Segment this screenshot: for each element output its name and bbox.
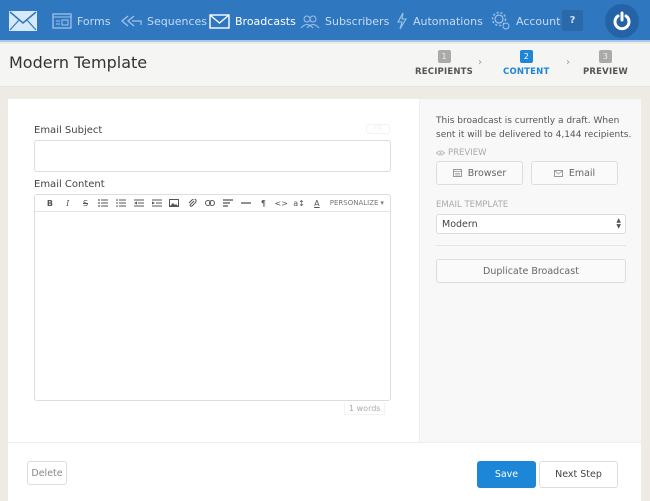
nav-broadcasts[interactable]: Broadcasts (209, 0, 296, 42)
save-button[interactable]: Save (477, 461, 536, 488)
align-button[interactable] (219, 195, 237, 212)
image-icon (169, 199, 180, 207)
outdent-icon (133, 199, 144, 207)
link-icon (205, 200, 216, 206)
chevron-right-icon: › (566, 57, 570, 68)
content-card: Email Subject Fill Email Content B I S ¶… (8, 99, 641, 501)
content-label: Email Content (34, 179, 105, 190)
bullet-list-button[interactable] (94, 195, 112, 212)
bullet-list-icon (98, 199, 109, 207)
nav-label: Broadcasts (235, 14, 296, 28)
duplicate-broadcast-button[interactable]: Duplicate Broadcast (436, 259, 626, 283)
template-label: EMAIL TEMPLATE (436, 200, 509, 210)
page-title: Modern Template (9, 53, 148, 72)
editor-panel: Email Subject Fill Email Content B I S ¶… (8, 99, 419, 442)
chevron-right-icon: › (478, 57, 482, 68)
step-label: PREVIEW (583, 67, 628, 77)
browser-icon (452, 169, 462, 177)
nav-subscribers[interactable]: Subscribers (300, 0, 389, 42)
numbered-list-button[interactable] (112, 195, 130, 212)
paperclip-icon (188, 198, 197, 207)
top-nav: Forms Sequences Broadcasts Subscribers A… (0, 0, 650, 42)
preview-email-button[interactable]: Email (531, 161, 618, 185)
step-number: 2 (519, 50, 533, 63)
indent-icon (151, 199, 162, 207)
paragraph-button[interactable]: ¶ (255, 195, 273, 212)
nav-label: Sequences (147, 14, 207, 28)
attach-link-button[interactable] (183, 195, 201, 212)
nav-label: Account (516, 14, 561, 28)
envelope-icon (209, 13, 230, 29)
bold-button[interactable]: B (41, 195, 59, 212)
word-count: 1 words (344, 403, 386, 415)
next-step-button[interactable]: Next Step (539, 461, 618, 488)
settings-panel: This broadcast is currently a draft. Whe… (419, 99, 641, 442)
nav-label: Subscribers (325, 14, 390, 28)
step-label: CONTENT (503, 67, 550, 77)
indent-button[interactable] (148, 195, 166, 212)
step-number: 3 (598, 50, 612, 63)
duplicate-label: Duplicate Broadcast (483, 265, 579, 277)
footer-actions: Delete Save Next Step (8, 442, 641, 501)
code-button[interactable]: <> (272, 195, 290, 212)
select-arrows-icon: ▲ ▼ (616, 217, 621, 230)
browser-label: Browser (467, 167, 507, 179)
template-select[interactable]: Modern ▲ ▼ (436, 214, 626, 234)
delete-button[interactable]: Delete (27, 461, 67, 485)
preview-section-label: PREVIEW (436, 148, 487, 158)
divider (436, 245, 626, 246)
editor-toolbar: B I S ¶ <> a↕ A PERSONALIZE ▾ (35, 195, 390, 212)
rich-text-editor: B I S ¶ <> a↕ A PERSONALIZE ▾ (34, 194, 391, 401)
editor-body[interactable] (35, 212, 390, 400)
italic-button[interactable]: I (59, 195, 77, 212)
form-icon (52, 13, 72, 29)
outdent-button[interactable] (130, 195, 148, 212)
image-button[interactable] (166, 195, 184, 212)
template-value: Modern (442, 218, 478, 230)
text-color-button[interactable]: A (308, 195, 326, 212)
align-left-icon (222, 199, 233, 207)
subject-label: Email Subject (34, 125, 103, 136)
nav-forms[interactable]: Forms (52, 0, 110, 42)
personalize-label: PERSONALIZE (329, 199, 379, 207)
horizontal-rule-icon (240, 202, 251, 204)
step-content[interactable]: 2 CONTENT (503, 50, 550, 77)
email-label: Email (568, 167, 596, 179)
gear-icon (491, 11, 510, 30)
nav-label: Automations (413, 14, 483, 28)
help-button[interactable]: ? (562, 10, 583, 31)
link-button[interactable] (201, 195, 219, 212)
step-preview[interactable]: 3 PREVIEW (583, 50, 628, 77)
fill-button[interactable]: Fill (366, 124, 390, 134)
lightning-icon (397, 12, 407, 30)
users-icon (300, 15, 320, 28)
strikethrough-button[interactable]: S (77, 195, 95, 212)
nav-sequences[interactable]: Sequences (120, 0, 207, 42)
nav-account[interactable]: Account (491, 0, 560, 42)
step-recipients[interactable]: 1 RECIPIENTS (415, 50, 473, 77)
power-icon (613, 11, 631, 31)
preview-label: PREVIEW (448, 148, 487, 158)
nav-label: Forms (77, 14, 111, 28)
eye-icon (436, 150, 445, 156)
logo-envelope-icon[interactable] (9, 11, 37, 31)
page-header: Modern Template 1 RECIPIENTS › 2 CONTENT… (0, 44, 650, 87)
draft-message: This broadcast is currently a draft. Whe… (436, 116, 632, 140)
step-label: RECIPIENTS (415, 67, 473, 77)
sequence-icon (120, 15, 142, 27)
horizontal-rule-button[interactable] (237, 195, 255, 212)
power-button[interactable] (605, 4, 639, 38)
caret-down-icon: ▾ (380, 199, 384, 207)
subject-input[interactable] (34, 140, 391, 172)
step-number: 1 (437, 50, 451, 63)
preview-browser-button[interactable]: Browser (436, 161, 523, 185)
personalize-dropdown[interactable]: PERSONALIZE ▾ (330, 199, 384, 207)
font-size-button[interactable]: a↕ (290, 195, 308, 212)
envelope-icon (553, 169, 563, 177)
nav-automations[interactable]: Automations (396, 0, 483, 42)
numbered-list-icon (116, 199, 127, 207)
